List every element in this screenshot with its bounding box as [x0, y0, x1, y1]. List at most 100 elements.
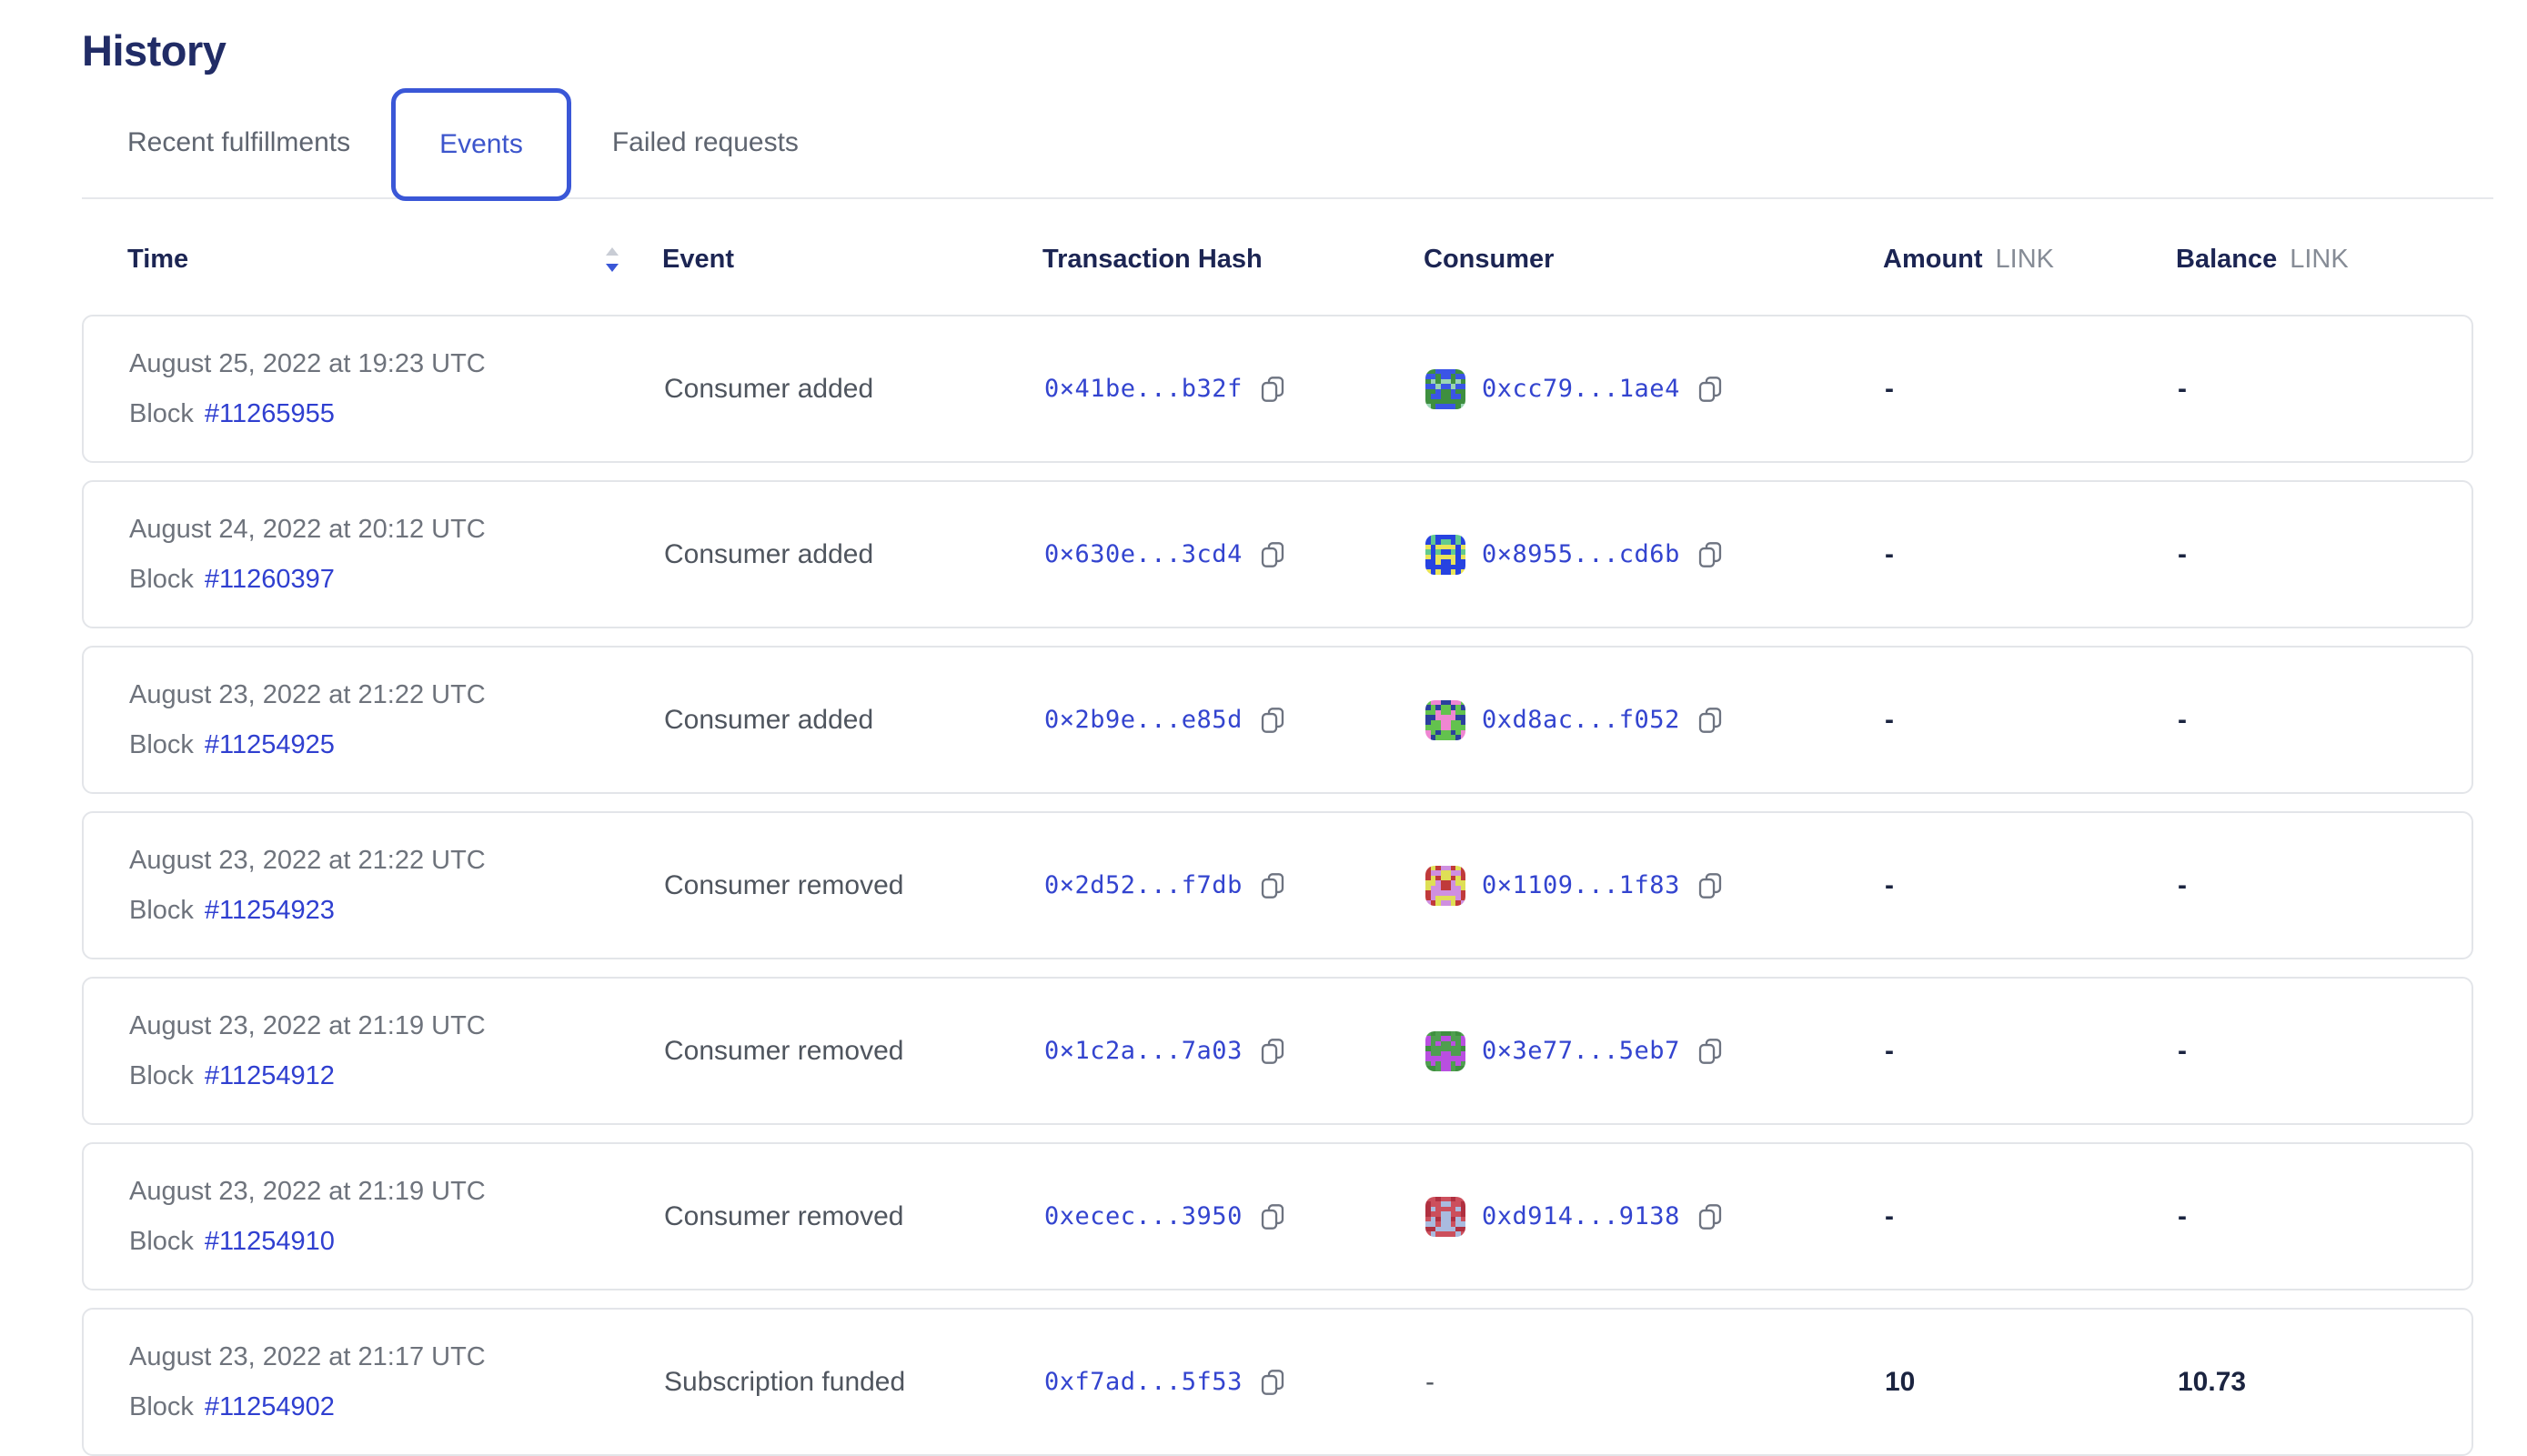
transaction-hash-link[interactable]: 0×41be...b32f — [1044, 375, 1243, 403]
block-label: Block — [129, 1392, 194, 1422]
event-type: Consumer added — [664, 705, 1044, 736]
block-label: Block — [129, 1061, 194, 1091]
amount-value: - — [1885, 1036, 2178, 1067]
consumer-avatar — [1425, 369, 1465, 409]
block-label: Block — [129, 1227, 194, 1257]
tab-events[interactable]: Events — [391, 88, 571, 201]
consumer-cell: - — [1425, 1367, 1885, 1398]
transaction-hash-link[interactable]: 0×630e...3cd4 — [1044, 540, 1243, 568]
copy-icon[interactable] — [1259, 539, 1286, 570]
block-number-link[interactable]: #11254912 — [205, 1061, 335, 1091]
transaction-hash-cell: 0xecec...3950 — [1044, 1201, 1425, 1232]
balance-value: - — [2178, 1201, 2472, 1232]
amount-value: - — [1885, 705, 2178, 736]
table-row: August 23, 2022 at 21:19 UTC Block #1125… — [82, 1142, 2473, 1290]
consumer-address-link[interactable]: 0xd914...9138 — [1482, 1202, 1680, 1230]
transaction-hash-link[interactable]: 0xf7ad...5f53 — [1044, 1368, 1243, 1396]
tab-bar: Recent fulfillments Events Failed reques… — [82, 88, 2493, 199]
copy-icon[interactable] — [1259, 1036, 1286, 1067]
page-title: History — [82, 25, 2527, 75]
transaction-hash-link[interactable]: 0×1c2a...7a03 — [1044, 1037, 1243, 1065]
transaction-hash-cell: 0×1c2a...7a03 — [1044, 1036, 1425, 1067]
balance-value: - — [2178, 539, 2472, 570]
consumer-avatar — [1425, 535, 1465, 575]
event-type: Consumer removed — [664, 1036, 1044, 1067]
block-line: Block #11254925 — [129, 730, 664, 760]
copy-icon[interactable] — [1259, 1201, 1286, 1232]
table-row: August 24, 2022 at 20:12 UTC Block #1126… — [82, 480, 2473, 628]
block-number-link[interactable]: #11254923 — [205, 896, 335, 926]
history-panel: History Recent fulfillments Events Faile… — [0, 0, 2527, 1456]
copy-icon[interactable] — [1696, 374, 1724, 405]
copy-icon[interactable] — [1696, 870, 1724, 901]
consumer-cell: 0xd914...9138 — [1425, 1197, 1885, 1237]
copy-icon[interactable] — [1259, 870, 1286, 901]
transaction-hash-cell: 0×2d52...f7db — [1044, 870, 1425, 901]
time-cell: August 23, 2022 at 21:19 UTC Block #1125… — [129, 1177, 664, 1257]
copy-icon[interactable] — [1259, 1367, 1286, 1398]
block-label: Block — [129, 399, 194, 429]
column-header-time[interactable]: Time — [127, 245, 662, 275]
event-type: Consumer removed — [664, 1201, 1044, 1232]
row-date: August 25, 2022 at 19:23 UTC — [129, 349, 664, 379]
consumer-empty-value: - — [1425, 1367, 1435, 1398]
block-number-link[interactable]: #11254910 — [205, 1227, 335, 1257]
table-row: August 23, 2022 at 21:19 UTC Block #1125… — [82, 977, 2473, 1125]
consumer-avatar — [1425, 700, 1465, 740]
consumer-cell: 0xd8ac...f052 — [1425, 700, 1885, 740]
consumer-address-link[interactable]: 0×1109...1f83 — [1482, 871, 1680, 899]
amount-value: - — [1885, 539, 2178, 570]
amount-value: 10 — [1885, 1367, 2178, 1398]
tab-recent-fulfillments[interactable]: Recent fulfillments — [127, 88, 350, 197]
event-type: Subscription funded — [664, 1367, 1044, 1398]
balance-value: - — [2178, 374, 2472, 405]
amount-value: - — [1885, 870, 2178, 901]
block-number-link[interactable]: #11254925 — [205, 730, 335, 760]
column-header-transaction-hash: Transaction Hash — [1042, 245, 1424, 275]
block-label: Block — [129, 730, 194, 760]
block-number-link[interactable]: #11265955 — [205, 399, 335, 429]
table-row: August 23, 2022 at 21:17 UTC Block #1125… — [82, 1308, 2473, 1456]
time-header-label: Time — [127, 245, 188, 275]
consumer-address-link[interactable]: 0×8955...cd6b — [1482, 540, 1680, 568]
time-cell: August 23, 2022 at 21:22 UTC Block #1125… — [129, 846, 664, 926]
consumer-avatar — [1425, 866, 1465, 906]
row-date: August 24, 2022 at 20:12 UTC — [129, 515, 664, 545]
copy-icon[interactable] — [1696, 539, 1724, 570]
transaction-hash-cell: 0×2b9e...e85d — [1044, 705, 1425, 736]
balance-value: - — [2178, 705, 2472, 736]
consumer-cell: 0×3e77...5eb7 — [1425, 1031, 1885, 1071]
balance-value: - — [2178, 1036, 2472, 1067]
table-body: August 25, 2022 at 19:23 UTC Block #1126… — [82, 315, 2527, 1456]
block-number-link[interactable]: #11260397 — [205, 565, 335, 595]
table-row: August 25, 2022 at 19:23 UTC Block #1126… — [82, 315, 2473, 463]
column-header-balance: Balance LINK — [2176, 245, 2473, 275]
consumer-avatar — [1425, 1197, 1465, 1237]
transaction-hash-cell: 0×630e...3cd4 — [1044, 539, 1425, 570]
event-type: Consumer removed — [664, 870, 1044, 901]
copy-icon[interactable] — [1259, 374, 1286, 405]
block-line: Block #11265955 — [129, 399, 664, 429]
copy-icon[interactable] — [1696, 1036, 1724, 1067]
balance-unit-label: LINK — [2290, 245, 2348, 275]
transaction-hash-link[interactable]: 0xecec...3950 — [1044, 1202, 1243, 1230]
block-label: Block — [129, 565, 194, 595]
copy-icon[interactable] — [1696, 705, 1724, 736]
sort-descending-icon[interactable] — [604, 246, 620, 274]
row-date: August 23, 2022 at 21:17 UTC — [129, 1342, 664, 1372]
consumer-address-link[interactable]: 0xcc79...1ae4 — [1482, 375, 1680, 403]
time-cell: August 23, 2022 at 21:17 UTC Block #1125… — [129, 1342, 664, 1422]
block-number-link[interactable]: #11254902 — [205, 1392, 335, 1422]
copy-icon[interactable] — [1696, 1201, 1724, 1232]
copy-icon[interactable] — [1259, 705, 1286, 736]
transaction-hash-link[interactable]: 0×2b9e...e85d — [1044, 706, 1243, 734]
tab-failed-requests[interactable]: Failed requests — [612, 88, 799, 197]
amount-value: - — [1885, 1201, 2178, 1232]
transaction-hash-link[interactable]: 0×2d52...f7db — [1044, 871, 1243, 899]
consumer-address-link[interactable]: 0xd8ac...f052 — [1482, 706, 1680, 734]
row-date: August 23, 2022 at 21:22 UTC — [129, 680, 664, 710]
consumer-avatar — [1425, 1031, 1465, 1071]
consumer-address-link[interactable]: 0×3e77...5eb7 — [1482, 1037, 1680, 1065]
row-date: August 23, 2022 at 21:19 UTC — [129, 1011, 664, 1041]
consumer-cell: 0×8955...cd6b — [1425, 535, 1885, 575]
